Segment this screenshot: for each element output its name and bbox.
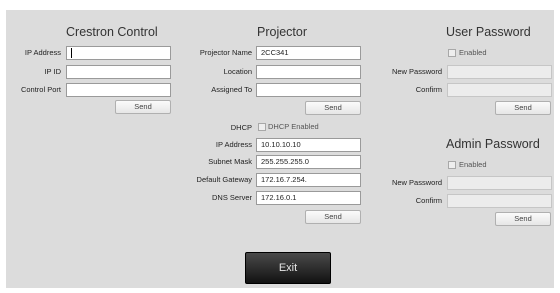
- dhcp-enabled-checkbox[interactable]: [258, 123, 266, 131]
- crestron-control-heading: Crestron Control: [66, 25, 158, 39]
- network-ip-address-label: IP Address: [215, 140, 252, 149]
- crestron-send-button[interactable]: Send: [115, 100, 171, 114]
- user-password-enabled-checkbox[interactable]: [448, 49, 456, 57]
- assigned-to-input[interactable]: [256, 83, 361, 97]
- projector-send-button[interactable]: Send: [305, 101, 361, 115]
- projector-name-input[interactable]: 2CC341: [256, 46, 361, 60]
- projector-name-label: Projector Name: [199, 48, 252, 57]
- admin-confirm-label: Confirm: [415, 196, 442, 205]
- crestron-ip-id-input[interactable]: [66, 65, 171, 79]
- default-gateway-label: Default Gateway: [196, 175, 252, 184]
- user-password-send-button[interactable]: Send: [495, 101, 551, 115]
- subnet-mask-label: Subnet Mask: [208, 157, 252, 166]
- dhcp-label: DHCP: [230, 123, 252, 132]
- user-password-heading: User Password: [446, 25, 531, 39]
- admin-password-enabled-label: Enabled: [459, 160, 487, 169]
- settings-panel: Crestron Control IP Address IP ID Contro…: [6, 10, 554, 288]
- user-password-enabled-label: Enabled: [459, 48, 487, 57]
- network-ip-address-input[interactable]: 10.10.10.10: [256, 138, 361, 152]
- subnet-mask-input[interactable]: 255.255.255.0: [256, 155, 361, 169]
- admin-confirm-input[interactable]: [447, 194, 552, 208]
- user-confirm-label: Confirm: [415, 85, 442, 94]
- default-gateway-input[interactable]: 172.16.7.254.: [256, 173, 361, 187]
- network-send-button[interactable]: Send: [305, 210, 361, 224]
- admin-password-heading: Admin Password: [446, 137, 540, 151]
- location-label: Location: [223, 67, 252, 76]
- crestron-ip-address-input[interactable]: [66, 46, 171, 60]
- projector-heading: Projector: [257, 25, 308, 39]
- dhcp-enabled-label: DHCP Enabled: [268, 122, 319, 131]
- crestron-control-port-input[interactable]: [66, 83, 171, 97]
- crestron-ip-address-label: IP Address: [24, 48, 61, 57]
- location-input[interactable]: [256, 65, 361, 79]
- dns-server-input[interactable]: 172.16.0.1: [256, 191, 361, 205]
- user-new-password-label: New Password: [391, 67, 442, 76]
- user-confirm-input[interactable]: [447, 83, 552, 97]
- crestron-control-port-label: Control Port: [20, 85, 61, 94]
- admin-password-enabled-checkbox[interactable]: [448, 161, 456, 169]
- crestron-ip-id-label: IP ID: [44, 67, 61, 76]
- text-caret: [71, 48, 72, 59]
- assigned-to-label: Assigned To: [211, 85, 252, 94]
- admin-password-send-button[interactable]: Send: [495, 212, 551, 226]
- exit-button[interactable]: Exit: [245, 252, 331, 284]
- admin-new-password-input[interactable]: [447, 176, 552, 190]
- user-new-password-input[interactable]: [447, 65, 552, 79]
- admin-new-password-label: New Password: [391, 178, 442, 187]
- dns-server-label: DNS Server: [211, 193, 252, 202]
